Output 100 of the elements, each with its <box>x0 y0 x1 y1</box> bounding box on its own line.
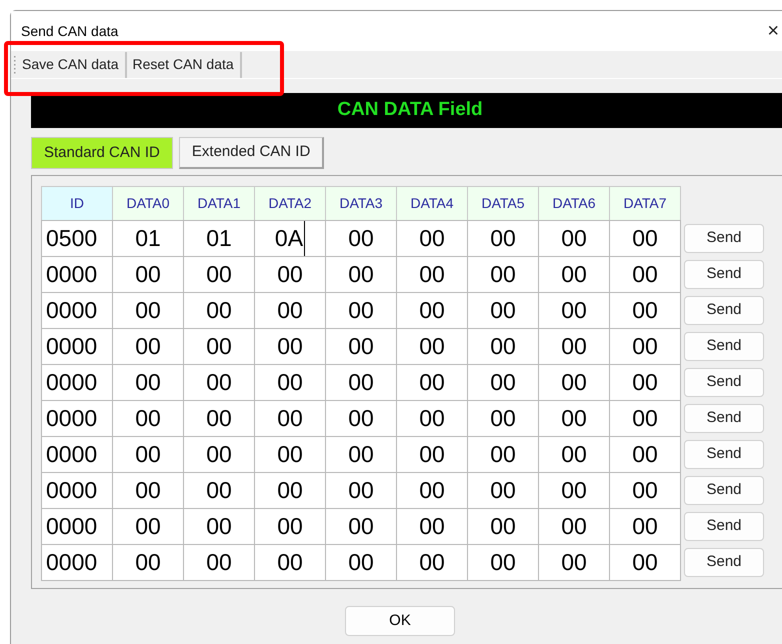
table-cell[interactable]: 00 <box>609 220 681 257</box>
table-cell[interactable]: 00 <box>183 472 255 509</box>
table-cell[interactable]: 00 <box>254 328 326 365</box>
table-cell[interactable]: 00 <box>112 544 184 581</box>
table-cell[interactable]: 00 <box>254 436 326 473</box>
send-button[interactable]: Send <box>684 260 764 289</box>
table-cell[interactable]: 00 <box>609 364 681 401</box>
table-cell[interactable]: 00 <box>538 472 610 509</box>
table-cell[interactable]: 0500 <box>41 220 113 257</box>
table-cell[interactable]: 00 <box>467 364 539 401</box>
table-cell[interactable]: 00 <box>254 364 326 401</box>
table-cell[interactable]: 00 <box>325 472 397 509</box>
table-cell[interactable]: 00 <box>325 292 397 329</box>
table-cell[interactable]: 00 <box>325 328 397 365</box>
table-cell[interactable]: 00 <box>467 256 539 293</box>
table-cell[interactable]: 00 <box>538 364 610 401</box>
table-cell[interactable]: 0000 <box>41 364 113 401</box>
table-cell[interactable]: 00 <box>254 400 326 437</box>
table-cell[interactable]: 00 <box>325 436 397 473</box>
table-cell[interactable]: 00 <box>609 292 681 329</box>
close-button[interactable]: × <box>763 21 782 41</box>
table-cell[interactable]: 00 <box>183 292 255 329</box>
table-cell[interactable]: 01 <box>183 220 255 257</box>
table-cell[interactable]: 00 <box>254 508 326 545</box>
table-cell[interactable]: 00 <box>609 256 681 293</box>
table-cell[interactable]: 0000 <box>41 436 113 473</box>
table-cell[interactable]: 00 <box>538 544 610 581</box>
table-cell[interactable]: 00 <box>254 292 326 329</box>
table-cell[interactable]: 01 <box>112 220 184 257</box>
table-cell[interactable]: 00 <box>325 544 397 581</box>
table-cell[interactable]: 00 <box>112 508 184 545</box>
table-cell[interactable]: 00 <box>467 220 539 257</box>
table-cell[interactable]: 00 <box>467 544 539 581</box>
table-cell[interactable]: 00 <box>609 472 681 509</box>
table-cell[interactable]: 00 <box>183 544 255 581</box>
send-button[interactable]: Send <box>684 296 764 325</box>
send-button[interactable]: Send <box>684 440 764 469</box>
send-button[interactable]: Send <box>684 548 764 577</box>
table-cell[interactable]: 00 <box>467 292 539 329</box>
table-cell[interactable]: 00 <box>183 400 255 437</box>
table-cell[interactable]: 00 <box>538 292 610 329</box>
ok-button[interactable]: OK <box>345 606 455 636</box>
table-cell[interactable]: 00 <box>609 328 681 365</box>
table-cell[interactable]: 00 <box>183 328 255 365</box>
table-cell[interactable]: 00 <box>396 256 468 293</box>
table-cell[interactable]: 00 <box>183 364 255 401</box>
table-cell[interactable]: 00 <box>396 400 468 437</box>
table-cell[interactable]: 00 <box>396 292 468 329</box>
table-cell[interactable]: 00 <box>538 256 610 293</box>
toolbar-button[interactable]: Reset CAN data <box>126 52 242 78</box>
table-cell[interactable]: 0000 <box>41 256 113 293</box>
toolbar-button[interactable]: Save CAN data <box>16 52 126 78</box>
table-cell[interactable]: 00 <box>183 436 255 473</box>
table-cell[interactable]: 00 <box>254 256 326 293</box>
grip-icon[interactable] <box>13 54 16 74</box>
table-cell[interactable]: 00 <box>467 400 539 437</box>
table-cell[interactable]: 00 <box>112 400 184 437</box>
table-cell[interactable]: 00 <box>183 256 255 293</box>
send-button[interactable]: Send <box>684 404 764 433</box>
table-cell[interactable]: 00 <box>396 544 468 581</box>
send-button[interactable]: Send <box>684 512 764 541</box>
send-button[interactable]: Send <box>684 476 764 505</box>
table-cell[interactable]: 00 <box>183 508 255 545</box>
tab[interactable]: Standard CAN ID <box>31 137 173 169</box>
table-cell[interactable]: 00 <box>325 220 397 257</box>
table-cell[interactable]: 00 <box>254 544 326 581</box>
table-cell[interactable]: 00 <box>467 472 539 509</box>
table-cell[interactable]: 00 <box>112 364 184 401</box>
table-cell[interactable]: 00 <box>396 508 468 545</box>
table-cell[interactable]: 00 <box>396 328 468 365</box>
table-cell[interactable]: 0000 <box>41 292 113 329</box>
tab[interactable]: Extended CAN ID <box>178 137 324 169</box>
table-cell[interactable]: 00 <box>396 472 468 509</box>
table-cell[interactable]: 00 <box>396 220 468 257</box>
table-cell[interactable]: 00 <box>325 364 397 401</box>
table-cell[interactable]: 00 <box>325 508 397 545</box>
table-cell[interactable]: 00 <box>609 544 681 581</box>
table-cell[interactable]: 00 <box>467 328 539 365</box>
table-cell[interactable]: 00 <box>538 508 610 545</box>
table-cell[interactable]: 00 <box>396 364 468 401</box>
table-cell[interactable]: 00 <box>609 508 681 545</box>
table-cell[interactable]: 00 <box>112 328 184 365</box>
table-cell[interactable]: 00 <box>112 292 184 329</box>
send-button[interactable]: Send <box>684 368 764 397</box>
table-cell[interactable]: 0000 <box>41 508 113 545</box>
table-cell[interactable]: 0000 <box>41 472 113 509</box>
table-cell[interactable]: 00 <box>467 508 539 545</box>
table-cell[interactable]: 00 <box>112 256 184 293</box>
table-cell[interactable]: 00 <box>538 220 610 257</box>
table-cell[interactable]: 00 <box>538 328 610 365</box>
table-cell[interactable]: 00 <box>538 400 610 437</box>
table-cell[interactable]: 00 <box>325 400 397 437</box>
table-cell[interactable]: 00 <box>538 436 610 473</box>
send-button[interactable]: Send <box>684 224 764 253</box>
table-cell[interactable]: 00 <box>112 472 184 509</box>
table-cell[interactable]: 00 <box>325 256 397 293</box>
table-cell[interactable]: 0000 <box>41 544 113 581</box>
table-cell[interactable]: 00 <box>609 400 681 437</box>
send-button[interactable]: Send <box>684 332 764 361</box>
table-cell[interactable]: 00 <box>396 436 468 473</box>
